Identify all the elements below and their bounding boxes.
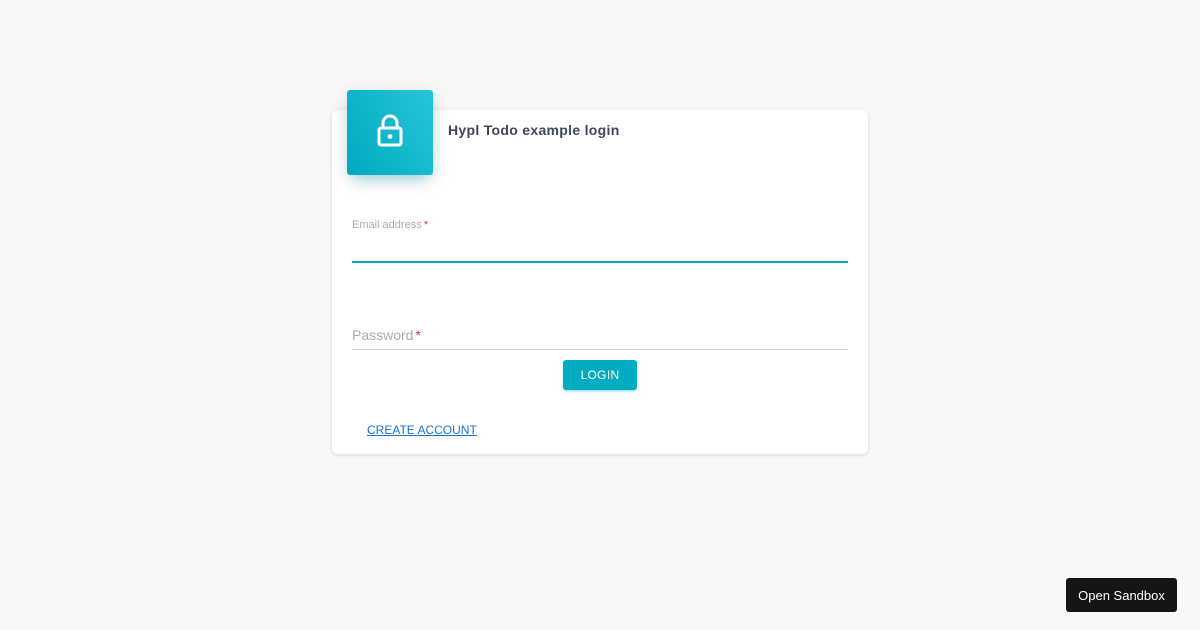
open-sandbox-button[interactable]: Open Sandbox xyxy=(1066,578,1177,612)
card-header xyxy=(347,90,433,175)
email-label-text: Email address xyxy=(352,219,422,231)
password-field[interactable] xyxy=(352,322,848,349)
login-button[interactable]: LOGIN xyxy=(563,360,637,390)
lock-icon xyxy=(375,113,405,152)
email-required-marker: * xyxy=(423,219,428,231)
email-field[interactable] xyxy=(352,236,848,263)
email-label: Email address * xyxy=(352,219,428,231)
create-account-link[interactable]: CREATE ACCOUNT xyxy=(367,423,477,437)
card-title: Hypl Todo example login xyxy=(448,122,620,138)
